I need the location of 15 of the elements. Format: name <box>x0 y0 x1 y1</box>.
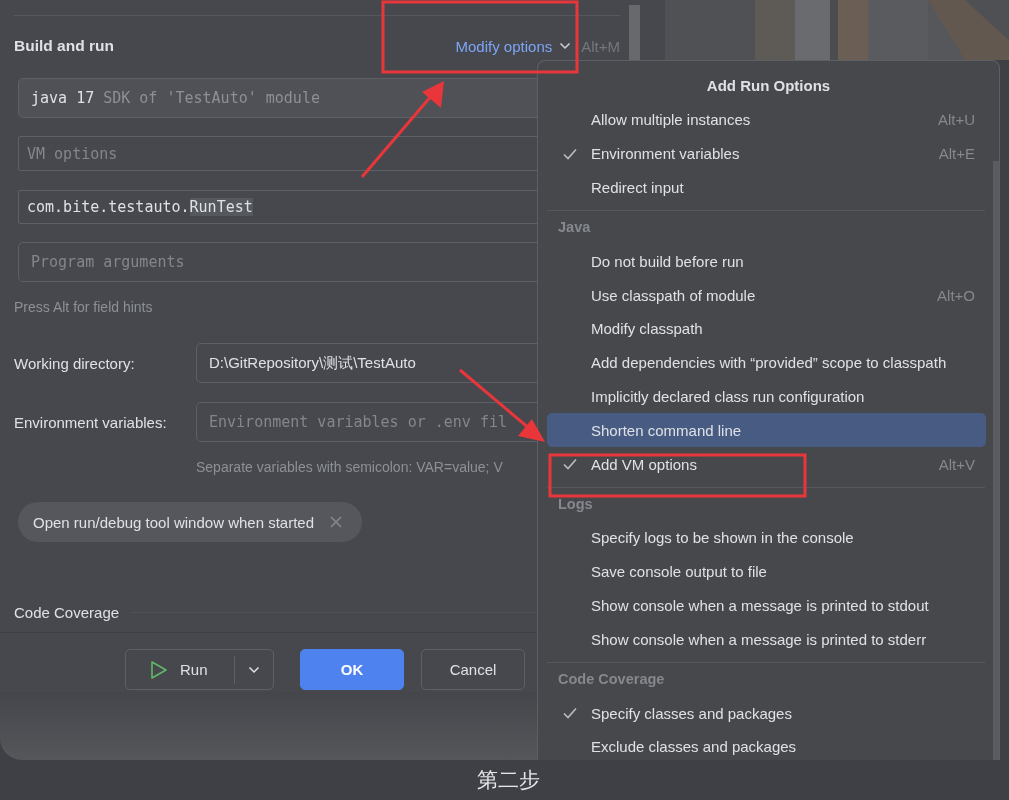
popup-title: Add Run Options <box>705 76 832 96</box>
chip-label: Open run/debug tool window when started <box>33 513 314 531</box>
field-hint: Press Alt for field hints <box>14 299 153 315</box>
caption: 第二步 <box>477 768 540 792</box>
section-title: Code Coverage <box>14 603 120 621</box>
shortcut-label: Alt+U <box>937 111 975 129</box>
group-header: Code Coverage <box>557 670 666 690</box>
group-header: Logs <box>557 494 594 514</box>
shortcut-label: Alt+V <box>938 455 975 473</box>
field-label: Working directory: <box>14 354 136 372</box>
shortcut-label: Alt+O <box>937 286 975 304</box>
shortcut-label: Alt+E <box>938 145 975 163</box>
section-title: Build and run <box>14 37 114 55</box>
field-label: Environment variables: <box>14 413 168 431</box>
field-hint: Separate variables with semicolon: VAR=value; V <box>196 459 503 475</box>
